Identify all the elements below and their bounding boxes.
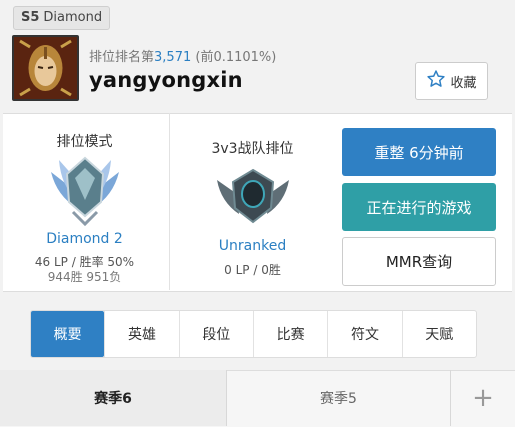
solo-ranked-title: 排位模式	[56, 134, 113, 150]
tab-runes[interactable]: 符文	[327, 311, 401, 357]
season-tier: Diamond	[43, 10, 103, 25]
rank-percent: (前0.1101%)	[195, 50, 277, 65]
team-3v3-lp-wins: 0 LP / 0胜	[224, 263, 281, 277]
tab-tiers[interactable]: 段位	[178, 311, 253, 357]
tab-season-5[interactable]: 赛季5	[227, 370, 451, 426]
tab-season-6[interactable]: 赛季6	[0, 370, 227, 426]
summoner-name: yangyongxin	[89, 68, 243, 92]
live-game-button[interactable]: 正在进行的游戏	[342, 183, 496, 231]
favorite-label: 收藏	[450, 75, 477, 91]
solo-tier-label: Diamond 2	[46, 231, 123, 247]
rank-prefix: 排位排名第	[89, 50, 155, 65]
tab-masteries[interactable]: 天赋	[401, 311, 476, 357]
season-tier-badge: S5 Diamond	[13, 6, 111, 30]
tab-overview[interactable]: 概要	[31, 311, 105, 357]
add-season-button[interactable]: +	[451, 370, 515, 426]
champion-portrait-icon	[12, 35, 79, 101]
rank-number: 3,571	[154, 50, 192, 65]
diamond-tier-emblem-icon	[43, 152, 127, 234]
profile-tabs: 概要 英雄 段位 比赛 符文 天赋	[30, 310, 477, 358]
team-3v3-tier-label: Unranked	[218, 238, 287, 254]
rank-position: 排位排名第3,571 (前0.1101%)	[89, 46, 276, 65]
star-outline-icon	[426, 69, 446, 93]
team-3v3-title: 3v3战队排位	[211, 141, 294, 157]
unranked-emblem-icon	[211, 166, 295, 230]
season-tag: S5	[21, 10, 40, 25]
update-button[interactable]: 重整 6分钟前	[342, 128, 496, 176]
tab-champions[interactable]: 英雄	[104, 311, 178, 357]
solo-wins-losses: 944胜 951负	[47, 270, 122, 284]
favorite-button[interactable]: 收藏	[415, 62, 488, 100]
mmr-query-button[interactable]: MMR查询	[342, 237, 496, 286]
tab-matches[interactable]: 比赛	[252, 311, 327, 357]
